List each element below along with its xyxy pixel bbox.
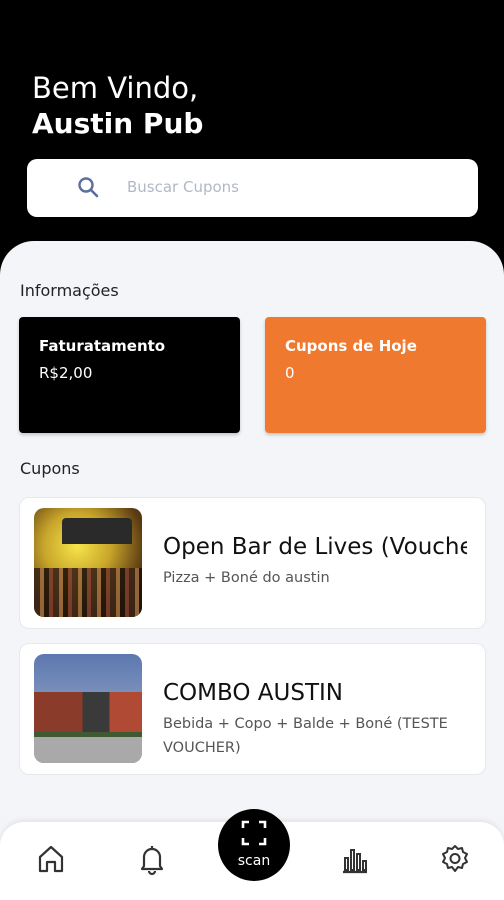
coupon-image xyxy=(34,508,142,617)
today-coupons-value: 0 xyxy=(285,364,295,382)
revenue-title: Faturatamento xyxy=(39,337,166,355)
today-coupons-title: Cupons de Hoje xyxy=(285,337,417,355)
coupon-card[interactable]: Open Bar de Lives (Voucher) Pizza + Boné… xyxy=(19,497,486,629)
revenue-value: R$2,00 xyxy=(39,364,93,382)
info-section-title: Informações xyxy=(20,281,119,300)
coupon-title: Open Bar de Lives (Voucher) xyxy=(163,534,467,560)
search-input[interactable]: Buscar Cupons xyxy=(127,178,239,196)
coupons-section-title: Cupons xyxy=(20,459,80,478)
coupon-title: COMBO AUSTIN xyxy=(163,680,344,706)
bar-chart-icon[interactable] xyxy=(337,842,371,876)
coupon-description: Bebida + Copo + Balde + Boné (TESTE VOUC… xyxy=(163,716,448,756)
header: Bem Vindo, Austin Pub Buscar Cupons xyxy=(0,0,504,270)
search-bar[interactable]: Buscar Cupons xyxy=(27,159,478,217)
home-icon[interactable] xyxy=(34,842,68,876)
main-content: Informações Faturatamento R$2,00 Cupons … xyxy=(0,241,504,900)
gear-icon[interactable] xyxy=(438,842,472,876)
search-icon xyxy=(78,177,99,198)
coupon-image xyxy=(34,654,142,763)
user-name: Austin Pub xyxy=(32,107,204,140)
greeting-text: Bem Vindo, xyxy=(32,71,199,105)
scan-icon xyxy=(241,820,267,846)
coupon-card[interactable]: COMBO AUSTIN Bebida + Copo + Balde + Bon… xyxy=(19,643,486,775)
greeting: Bem Vindo, Austin Pub xyxy=(32,70,203,142)
revenue-card[interactable]: Faturatamento R$2,00 xyxy=(19,317,240,433)
bell-icon[interactable] xyxy=(135,842,169,876)
scan-label: scan xyxy=(237,853,271,869)
scan-button[interactable]: scan xyxy=(218,809,290,881)
coupon-description: Pizza + Boné do austin xyxy=(163,570,330,586)
today-coupons-card[interactable]: Cupons de Hoje 0 xyxy=(265,317,486,433)
